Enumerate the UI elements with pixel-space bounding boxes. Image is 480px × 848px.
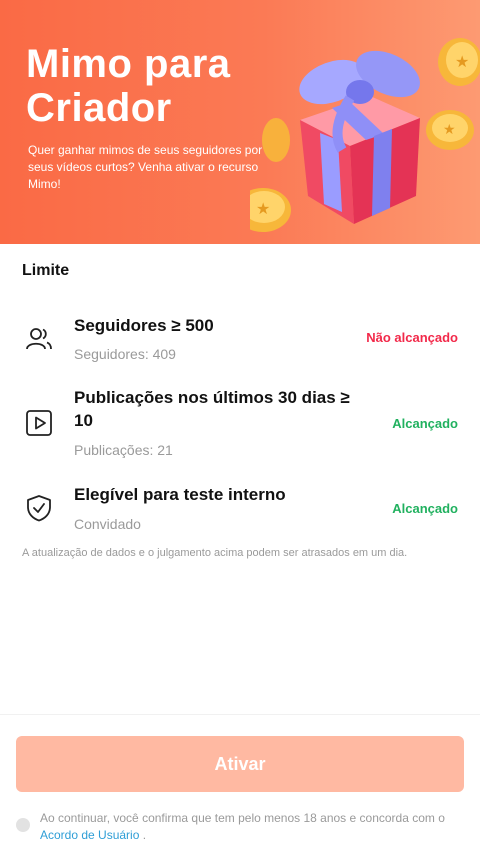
- requirement-subtitle: Seguidores: 409: [74, 346, 176, 362]
- requirement-subtitle: Convidado: [74, 516, 141, 532]
- coin-icon: [262, 118, 290, 162]
- mimo-creator-page: Mimo para Criador Quer ganhar mimos de s…: [0, 0, 480, 848]
- users-icon: [26, 328, 52, 350]
- section-title: Limite: [22, 262, 70, 279]
- agreement-text: Ao continuar, você confirma que tem pelo…: [40, 810, 460, 844]
- gift-box: [299, 50, 420, 224]
- status-not-reached: Não alcançado: [366, 330, 458, 345]
- requirement-title: Seguidores ≥ 500: [74, 316, 214, 335]
- requirement-title: Publicações nos últimos 30 dias ≥ 10: [74, 388, 350, 430]
- gift-box-illustration: ★ ★ ★: [250, 38, 480, 232]
- video-play-icon: [26, 410, 52, 436]
- svg-text:★: ★: [443, 122, 456, 138]
- coin-icon: ★: [250, 188, 291, 232]
- hero-banner: Mimo para Criador Quer ganhar mimos de s…: [0, 0, 480, 244]
- requirement-title: Elegível para teste interno: [74, 485, 286, 504]
- coin-icon: ★: [438, 38, 480, 86]
- coin-icon: ★: [426, 110, 474, 150]
- user-agreement-link[interactable]: Acordo de Usuário: [40, 828, 139, 842]
- activate-button[interactable]: Ativar: [16, 736, 464, 792]
- agreement-suffix: .: [139, 828, 147, 842]
- shield-check-icon: [27, 495, 51, 522]
- requirement-subtitle: Publicações: 21: [74, 442, 173, 458]
- divider: [0, 714, 480, 715]
- agreement-checkbox[interactable]: [16, 818, 30, 832]
- banner-subtitle: Quer ganhar mimos de seus seguidores por…: [28, 143, 263, 191]
- svg-text:★: ★: [455, 52, 469, 71]
- svg-text:★: ★: [256, 199, 270, 218]
- delay-note: A atualização de dados e o julgamento ac…: [22, 547, 408, 559]
- status-reached: Alcançado: [392, 501, 458, 516]
- agreement-prefix: Ao continuar, você confirma que tem pelo…: [40, 811, 445, 825]
- status-reached: Alcançado: [392, 416, 458, 431]
- banner-title: Mimo para Criador: [26, 42, 231, 130]
